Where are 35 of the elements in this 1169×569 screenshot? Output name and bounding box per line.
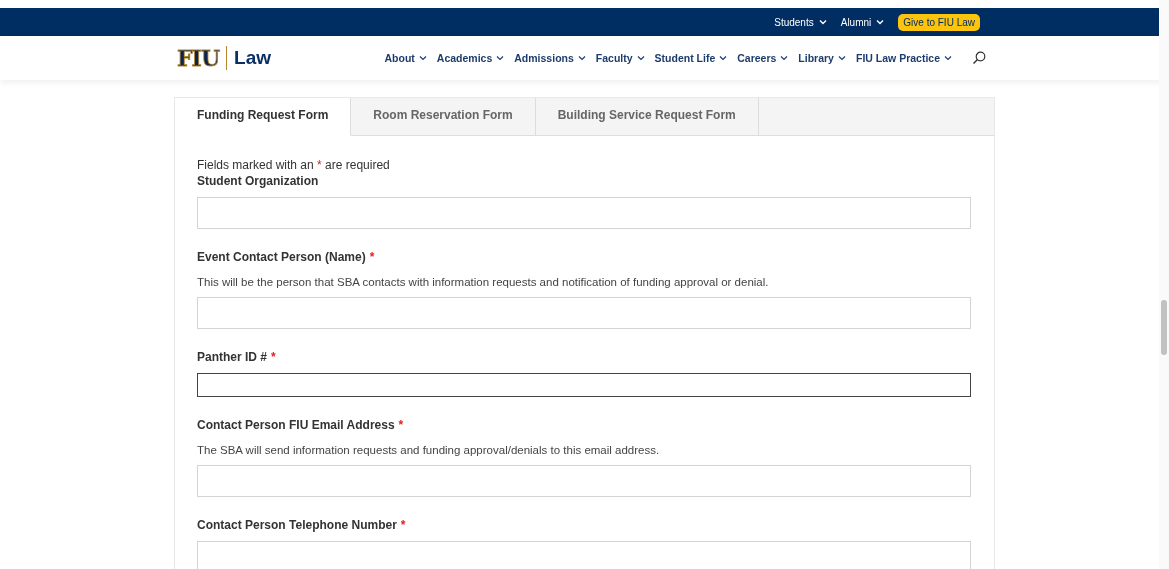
nav-item[interactable]: About xyxy=(384,52,427,64)
chevron-icon xyxy=(818,19,827,25)
nav-item[interactable]: Student Life xyxy=(654,52,728,64)
form-tab[interactable]: Building Service Request Form xyxy=(535,98,759,136)
chevron-icon xyxy=(837,55,846,61)
field-label: Event Contact Person (Name) * xyxy=(197,250,376,264)
field-label: Contact Person FIU Email Address * xyxy=(197,418,405,432)
chevron-icon xyxy=(418,55,427,61)
field-label: Student Organization xyxy=(197,174,320,188)
field-help: The SBA will send information requests and funding approval/denials to this email address. xyxy=(197,444,661,456)
chevron-icon xyxy=(944,55,952,61)
field-label: Panther ID # * xyxy=(197,350,277,364)
nav-item[interactable]: Admissions xyxy=(514,52,586,64)
chevron-icon xyxy=(577,55,586,61)
nav-item[interactable]: FIU Law Practice xyxy=(855,52,952,64)
field-label: Contact Person Telephone Number * xyxy=(197,518,407,532)
search-icon[interactable] xyxy=(972,51,986,65)
top-link[interactable]: Alumni xyxy=(840,16,885,28)
form-tab[interactable]: Room Reservation Form xyxy=(351,98,536,136)
nav-item[interactable]: Library xyxy=(798,52,846,64)
chevron-icon xyxy=(780,55,789,61)
chevron-icon xyxy=(496,55,505,61)
give-button[interactable]: Give to FIU Law xyxy=(898,13,980,31)
nav-item[interactable]: Academics xyxy=(436,52,505,64)
chevron-icon xyxy=(719,55,728,61)
chevron-icon xyxy=(876,19,885,25)
field-help: This will be the person that SBA contacts with information requests and notification of funding approval or denial. xyxy=(197,276,770,288)
input-field[interactable] xyxy=(197,373,971,397)
top-link[interactable]: Students xyxy=(774,16,827,28)
nav-item[interactable]: Faculty xyxy=(595,52,645,64)
nav-item[interactable]: Careers xyxy=(737,52,789,64)
required-note: Fields marked with an * are required xyxy=(197,158,391,172)
logo-mark[interactable]: FIU xyxy=(177,45,220,71)
chevron-icon xyxy=(636,55,645,61)
logo-text[interactable]: Law xyxy=(234,47,272,69)
